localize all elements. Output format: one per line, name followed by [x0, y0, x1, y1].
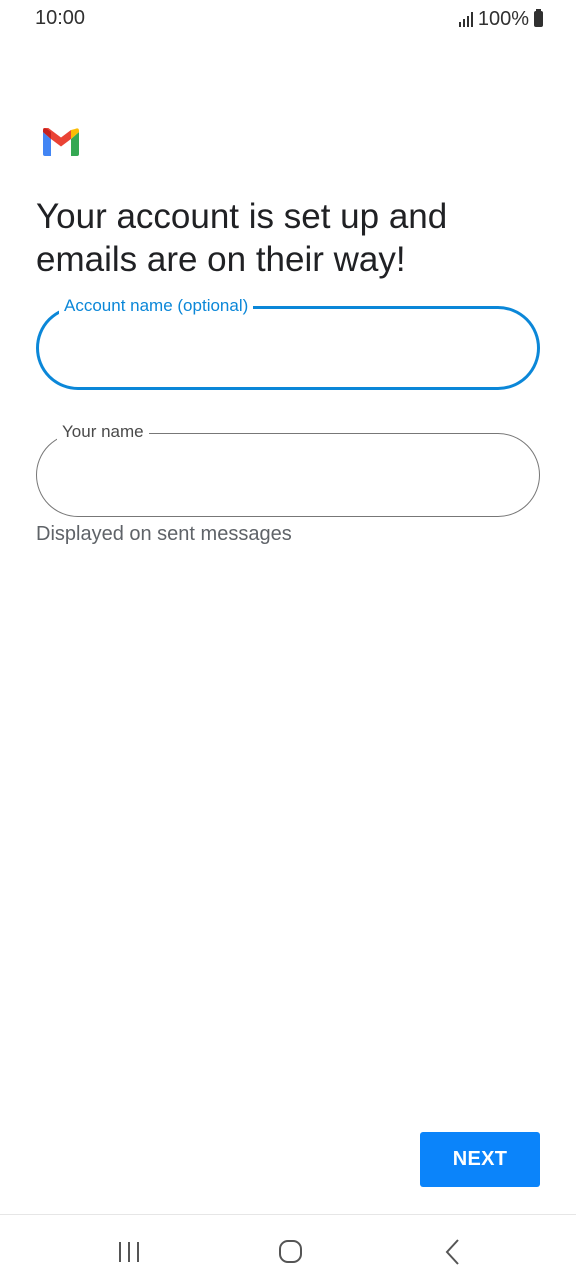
status-indicators: 100%: [458, 7, 543, 31]
account-name-field[interactable]: Account name (optional): [36, 296, 540, 390]
your-name-helper-text: Displayed on sent messages: [36, 523, 292, 545]
home-icon[interactable]: [272, 1237, 308, 1267]
screen: 10:00 100% Your account is set up and em…: [0, 0, 576, 1286]
your-name-field[interactable]: Your name: [36, 422, 540, 517]
back-icon[interactable]: [434, 1237, 470, 1267]
your-name-input[interactable]: [61, 456, 515, 494]
page-title: Your account is set up and emails are on…: [36, 197, 448, 279]
next-button[interactable]: NEXT: [420, 1132, 540, 1187]
account-name-label: Account name (optional): [59, 296, 254, 316]
recents-icon[interactable]: [112, 1237, 148, 1267]
battery-icon: [534, 9, 543, 27]
your-name-label: Your name: [57, 422, 149, 442]
status-time: 10:00: [35, 7, 86, 29]
status-bar: 10:00 100%: [0, 0, 576, 38]
navigation-bar: [0, 1214, 576, 1286]
gmail-logo-icon: [43, 128, 79, 156]
battery-percent: 100%: [477, 7, 529, 30]
signal-icon: [458, 11, 473, 27]
account-name-input[interactable]: [63, 331, 513, 369]
